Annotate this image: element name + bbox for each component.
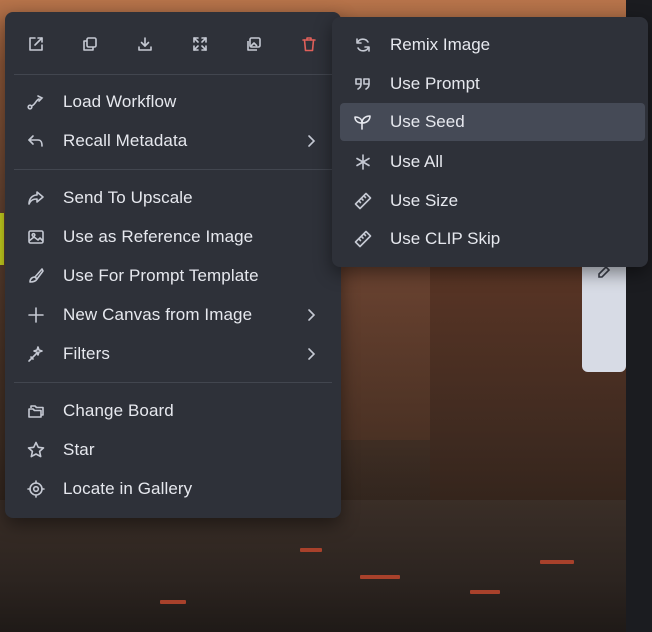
expand-icon[interactable] [190, 34, 210, 54]
menu-item-label: Filters [63, 344, 110, 363]
menu-divider [14, 169, 332, 170]
submenu-item-use-clip-skip[interactable]: Use CLIP Skip [332, 220, 648, 258]
image-context-menu: Load Workflow Recall Metadata Send To Up… [5, 12, 341, 518]
side-panel [582, 262, 626, 372]
menu-item-label: Send To Upscale [63, 188, 193, 207]
selection-accent-bar [0, 213, 4, 265]
submenu-item-label: Use CLIP Skip [390, 229, 501, 248]
chevron-right-icon [303, 307, 319, 323]
menu-item-recall-metadata[interactable]: Recall Metadata [5, 123, 341, 159]
recall-metadata-submenu: Remix Image Use Prompt Use Seed Use All [332, 17, 648, 267]
ruler-icon [352, 190, 374, 212]
workflow-icon [25, 91, 47, 113]
menu-item-locate-in-gallery[interactable]: Locate in Gallery [5, 471, 341, 507]
image-debris [540, 560, 574, 564]
menu-divider [14, 382, 332, 383]
submenu-item-label: Use Prompt [390, 74, 480, 93]
context-toolbar [5, 12, 341, 74]
asterisk-icon [352, 151, 374, 173]
chevron-right-icon [303, 346, 319, 362]
menu-item-use-as-reference-image[interactable]: Use as Reference Image [5, 219, 341, 255]
submenu-item-use-seed[interactable]: Use Seed [340, 103, 645, 141]
submenu-item-label: Remix Image [390, 35, 491, 54]
menu-item-star[interactable]: Star [5, 432, 341, 468]
undo-arrow-icon [25, 130, 47, 152]
star-icon [25, 439, 47, 461]
quote-icon [352, 73, 374, 95]
menu-item-label: New Canvas from Image [63, 305, 253, 324]
menu-item-filters[interactable]: Filters [5, 336, 341, 372]
image-debris [300, 548, 322, 552]
image-road [0, 500, 626, 632]
menu-item-send-to-upscale[interactable]: Send To Upscale [5, 180, 341, 216]
external-link-icon[interactable] [26, 34, 46, 54]
menu-item-label: Use as Reference Image [63, 227, 254, 246]
menu-item-label: Use For Prompt Template [63, 266, 259, 285]
image-debris [360, 575, 400, 579]
submenu-item-use-size[interactable]: Use Size [332, 182, 648, 220]
chevron-right-icon [303, 133, 319, 149]
menu-item-label: Locate in Gallery [63, 479, 193, 498]
submenu-item-remix-image[interactable]: Remix Image [332, 26, 648, 64]
menu-item-change-board[interactable]: Change Board [5, 393, 341, 429]
plus-icon [25, 304, 47, 326]
menu-item-label: Change Board [63, 401, 174, 420]
submenu-item-use-all[interactable]: Use All [332, 143, 648, 181]
share-arrow-icon [25, 187, 47, 209]
refresh-icon [352, 34, 374, 56]
menu-item-new-canvas-from-image[interactable]: New Canvas from Image [5, 297, 341, 333]
menu-item-label: Load Workflow [63, 92, 177, 111]
menu-item-label: Star [63, 440, 95, 459]
image-debris [470, 590, 500, 594]
image-icon [25, 226, 47, 248]
submenu-item-label: Use All [390, 152, 443, 171]
magic-wand-icon [25, 343, 47, 365]
copy-icon[interactable] [80, 34, 100, 54]
ruler-icon [352, 228, 374, 250]
trash-icon[interactable] [299, 34, 319, 54]
folders-icon [25, 400, 47, 422]
submenu-item-label: Use Size [390, 191, 459, 210]
menu-item-use-for-prompt-template[interactable]: Use For Prompt Template [5, 258, 341, 294]
menu-item-label: Recall Metadata [63, 131, 188, 150]
submenu-item-use-prompt[interactable]: Use Prompt [332, 65, 648, 103]
submenu-item-label: Use Seed [390, 112, 465, 131]
crosshair-icon [25, 478, 47, 500]
plant-icon [352, 111, 374, 133]
menu-divider [14, 74, 332, 75]
image-debris [160, 600, 186, 604]
paint-brush-icon [25, 265, 47, 287]
download-icon[interactable] [135, 34, 155, 54]
image-icon[interactable] [244, 34, 264, 54]
menu-item-load-workflow[interactable]: Load Workflow [5, 84, 341, 120]
